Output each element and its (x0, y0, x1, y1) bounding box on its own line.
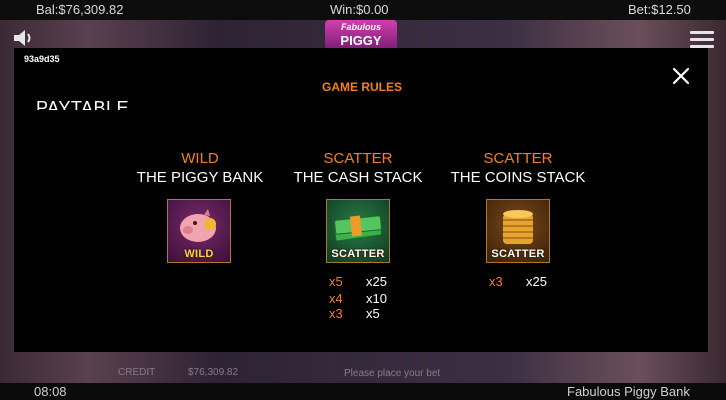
symbol-name: THE CASH STACK (293, 169, 423, 186)
pay-count: x4 (329, 291, 343, 306)
logo-line2: PIGGY (340, 33, 382, 48)
credit-value: $76,309.82 (188, 367, 239, 378)
sound-icon[interactable] (12, 28, 36, 48)
rules-title: GAME RULES (321, 80, 402, 94)
symbol-type: SCATTER (323, 150, 393, 167)
cash-stack-tile: SCATTER (326, 199, 390, 263)
coins-stack-tile: SCATTER (486, 199, 550, 263)
menu-icon[interactable] (690, 31, 714, 49)
game-logo: Fabulous PIGGY (325, 20, 397, 50)
top-status-bar: Bal:$76,309.82 Win:$0.00 Bet:$12.50 (0, 0, 726, 20)
pay-value: x10 (366, 291, 387, 306)
bet-text: Bet:$12.50 (628, 2, 691, 17)
tile-label: SCATTER (491, 248, 545, 260)
close-icon[interactable] (671, 66, 691, 86)
status-message: Please place your bet (344, 368, 441, 379)
logo-line1: Fabulous (341, 22, 381, 32)
symbol-name: THE COINS STACK (450, 169, 586, 186)
tile-label: WILD (184, 248, 214, 260)
win-text: Win:$0.00 (330, 2, 389, 17)
pay-count: x5 (329, 274, 343, 289)
pay-count: x3 (329, 306, 343, 321)
tile-label: SCATTER (331, 248, 385, 260)
wild-symbol-tile: WILD (167, 199, 231, 263)
clock-text: 08:08 (34, 384, 67, 399)
paytable-heading: PAYTABLE (36, 98, 130, 110)
pay-value: x25 (526, 274, 547, 289)
symbol-name: THE PIGGY BANK (136, 169, 264, 186)
pay-count: x3 (489, 274, 503, 289)
pay-value: x5 (366, 306, 380, 321)
credit-label: CREDIT (118, 367, 156, 378)
symbol-type: SCATTER (483, 150, 553, 167)
pay-value: x25 (366, 274, 387, 289)
balance-text: Bal:$76,309.82 (36, 2, 124, 17)
game-name-text: Fabulous Piggy Bank (567, 384, 690, 399)
symbol-type: WILD (181, 150, 219, 167)
bottom-status-bar: 08:08 Fabulous Piggy Bank (0, 383, 726, 400)
session-id: 93a9d35 (24, 54, 60, 64)
